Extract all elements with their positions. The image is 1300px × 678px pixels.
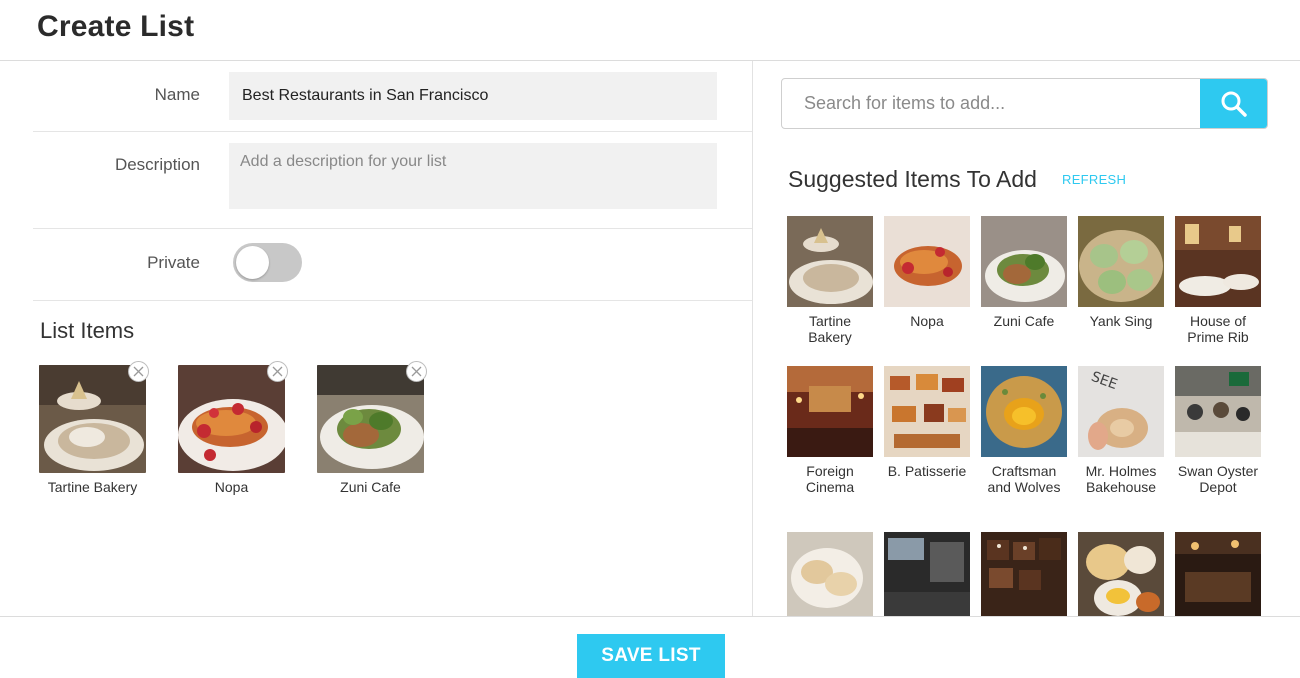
- page-title: Create List: [37, 10, 195, 43]
- bar-interior-photo: [1175, 532, 1261, 616]
- house-of-prime-rib-photo: [1175, 216, 1261, 307]
- suggested-items-heading: Suggested Items To Add: [788, 166, 1037, 192]
- save-list-button[interactable]: SAVE LIST: [577, 634, 725, 678]
- zuni-cafe-photo: [981, 216, 1067, 307]
- list-item-label: Tartine Bakery: [47, 479, 138, 495]
- suggested-item[interactable]: Foreign Cinema: [787, 366, 884, 495]
- name-label: Name: [154, 85, 200, 104]
- tartine-bakery-photo: [787, 216, 873, 307]
- suggested-item-label: Zuni Cafe: [993, 313, 1055, 329]
- nopa-photo: [884, 216, 970, 307]
- suggested-item[interactable]: Yank Sing: [1078, 216, 1175, 329]
- refresh-link[interactable]: REFRESH: [1062, 172, 1126, 187]
- list-item-label: Nopa: [214, 479, 249, 495]
- search-icon: [1221, 91, 1247, 117]
- private-label: Private: [147, 253, 200, 272]
- search-button[interactable]: [1200, 79, 1267, 128]
- foreign-cinema-photo: [787, 366, 873, 457]
- name-row: Name: [33, 61, 752, 132]
- zuni-cafe-photo: [317, 365, 424, 473]
- suggested-item-label: Yank Sing: [1089, 313, 1153, 329]
- description-label: Description: [114, 155, 200, 174]
- list-items-heading: List Items: [40, 318, 135, 343]
- list-form-pane: Name Description Private List Items Tart…: [0, 61, 753, 616]
- remove-item-button[interactable]: [406, 361, 427, 382]
- suggested-item[interactable]: SEE Mr. Holmes Bakehouse: [1078, 366, 1175, 495]
- suggested-item-label: Nopa: [910, 313, 944, 329]
- suggested-item[interactable]: Craftsman and Wolves: [981, 366, 1078, 495]
- suggested-item[interactable]: B. Patisserie: [884, 366, 981, 479]
- suggested-item[interactable]: [884, 532, 981, 616]
- close-icon: [272, 366, 283, 377]
- suggested-item[interactable]: [787, 532, 884, 616]
- tartine-bakery-photo: [39, 365, 146, 473]
- craftsman-and-wolves-photo: [981, 366, 1067, 457]
- suggested-item-label: Swan Oyster Depot: [1177, 463, 1259, 495]
- description-row: Description: [33, 132, 752, 229]
- suggested-item[interactable]: Zuni Cafe: [981, 216, 1078, 329]
- suggested-item-label: House of Prime Rib: [1187, 313, 1249, 345]
- suggested-item-label: Craftsman and Wolves: [987, 463, 1061, 495]
- name-input[interactable]: [229, 72, 717, 120]
- remove-item-button[interactable]: [128, 361, 149, 382]
- suggested-item-label: Mr. Holmes Bakehouse: [1085, 463, 1157, 495]
- nopa-photo: [178, 365, 285, 473]
- search-input[interactable]: [782, 79, 1200, 128]
- close-icon: [133, 366, 144, 377]
- suggested-item[interactable]: Swan Oyster Depot: [1175, 366, 1272, 495]
- swan-oyster-depot-photo: [1175, 366, 1261, 457]
- suggested-item[interactable]: [1078, 532, 1175, 616]
- suggestions-pane: Suggested Items To Add REFRESH Tartine B…: [753, 61, 1300, 616]
- suggested-item[interactable]: Tartine Bakery: [787, 216, 884, 345]
- brunch-plates-photo: [1078, 532, 1164, 616]
- brownies-photo: [981, 532, 1067, 616]
- suggested-item[interactable]: [1175, 532, 1272, 616]
- toggle-knob: [236, 246, 269, 279]
- suggested-item-label: Foreign Cinema: [805, 463, 855, 495]
- suggested-item[interactable]: [981, 532, 1078, 616]
- suggested-item[interactable]: Nopa: [884, 216, 981, 329]
- close-icon: [411, 366, 422, 377]
- beignets-photo: [787, 532, 873, 616]
- suggested-item[interactable]: House of Prime Rib: [1175, 216, 1272, 345]
- footer-bar: SAVE LIST: [0, 616, 1300, 678]
- mr-holmes-bakehouse-photo: SEE: [1078, 366, 1164, 457]
- private-toggle[interactable]: [233, 243, 302, 282]
- description-input[interactable]: [229, 143, 717, 209]
- list-item-label: Zuni Cafe: [340, 479, 401, 495]
- remove-item-button[interactable]: [267, 361, 288, 382]
- suggested-item-label: Tartine Bakery: [808, 313, 852, 345]
- suggested-item-label: B. Patisserie: [887, 463, 967, 479]
- b-patisserie-photo: [884, 366, 970, 457]
- search-box: [781, 78, 1268, 129]
- page-header: Create List: [0, 0, 1300, 61]
- restaurant-interior-photo: [884, 532, 970, 616]
- yank-sing-photo: [1078, 216, 1164, 307]
- private-row: Private: [33, 229, 752, 301]
